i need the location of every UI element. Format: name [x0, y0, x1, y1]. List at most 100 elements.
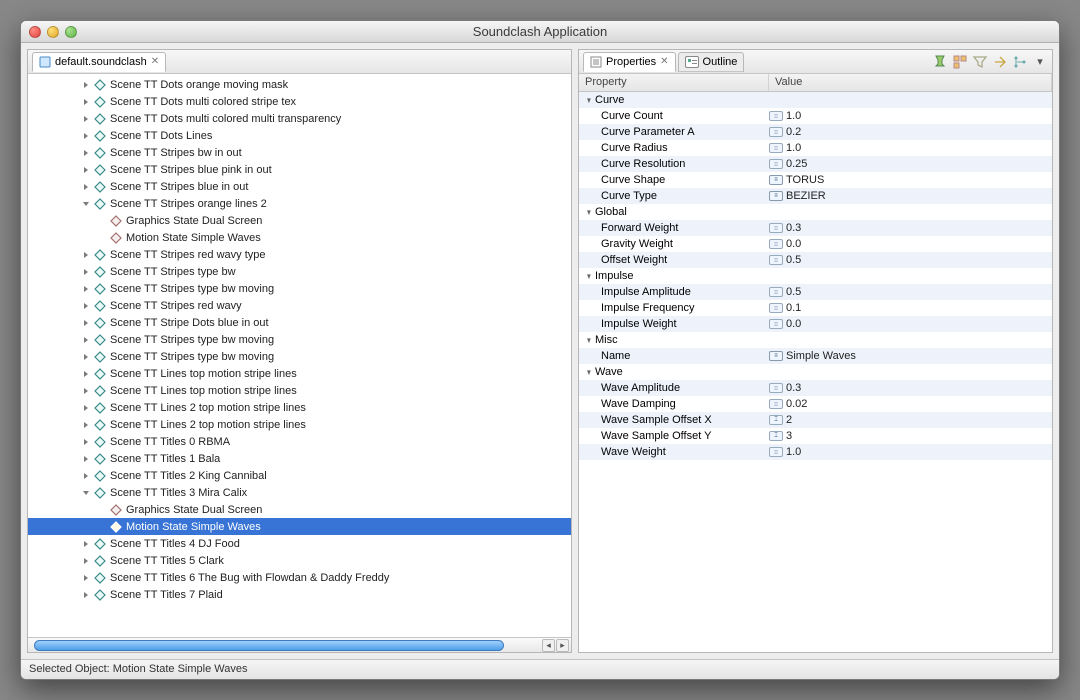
- property-value[interactable]: 0.3: [786, 382, 801, 394]
- tree-row[interactable]: Scene TT Dots orange moving mask: [28, 76, 571, 93]
- tree-row[interactable]: Scene TT Titles 6 The Bug with Flowdan &…: [28, 569, 571, 586]
- editor-tab-default[interactable]: default.soundclash ✕: [32, 52, 166, 72]
- tree-row[interactable]: Scene TT Titles 7 Plaid: [28, 586, 571, 603]
- tree-row[interactable]: Scene TT Lines top motion stripe lines: [28, 382, 571, 399]
- property-row[interactable]: Wave Amplitude⁝⁝0.3: [579, 380, 1052, 396]
- expand-arrow-icon[interactable]: [80, 317, 92, 329]
- tree-hscroll-thumb[interactable]: [34, 640, 504, 651]
- expand-arrow-icon[interactable]: [80, 402, 92, 414]
- expand-arrow-icon[interactable]: [80, 368, 92, 380]
- property-row[interactable]: Curve Type≡BEZIER: [579, 188, 1052, 204]
- expand-arrow-icon[interactable]: [80, 385, 92, 397]
- property-row[interactable]: Wave Sample Offset Y⌶3: [579, 428, 1052, 444]
- tree-row[interactable]: Scene TT Stripes type bw moving: [28, 280, 571, 297]
- property-row[interactable]: Wave Weight⁝⁝1.0: [579, 444, 1052, 460]
- property-value[interactable]: 1.0: [786, 142, 801, 154]
- property-row[interactable]: Gravity Weight⁝⁝0.0: [579, 236, 1052, 252]
- property-value[interactable]: BEZIER: [786, 190, 826, 202]
- tree-row[interactable]: Graphics State Dual Screen: [28, 212, 571, 229]
- expand-arrow-icon[interactable]: [80, 130, 92, 142]
- expand-arrow-icon[interactable]: [80, 555, 92, 567]
- tree-row[interactable]: Scene TT Titles 3 Mira Calix: [28, 484, 571, 501]
- property-row[interactable]: Impulse Amplitude⁝⁝0.5: [579, 284, 1052, 300]
- collapse-arrow-icon[interactable]: [585, 334, 595, 346]
- property-value[interactable]: 0.3: [786, 222, 801, 234]
- expand-arrow-icon[interactable]: [80, 300, 92, 312]
- tab-outline[interactable]: Outline: [678, 52, 745, 72]
- expand-arrow-icon[interactable]: [80, 164, 92, 176]
- tree-mode-icon[interactable]: [1012, 54, 1028, 70]
- tree-row[interactable]: Scene TT Stripes blue in out: [28, 178, 571, 195]
- expand-arrow-icon[interactable]: [80, 181, 92, 193]
- property-row[interactable]: Wave Sample Offset X⌶2: [579, 412, 1052, 428]
- expand-arrow-icon[interactable]: [80, 538, 92, 550]
- property-row[interactable]: Curve Radius⁝⁝1.0: [579, 140, 1052, 156]
- tree-row[interactable]: Scene TT Stripes type bw: [28, 263, 571, 280]
- collapse-arrow-icon[interactable]: [585, 94, 595, 106]
- hscroll-right-icon[interactable]: ▸: [556, 639, 569, 652]
- expand-arrow-icon[interactable]: [80, 79, 92, 91]
- collapse-arrow-icon[interactable]: [585, 366, 595, 378]
- property-value[interactable]: 0.5: [786, 254, 801, 266]
- expand-arrow-icon[interactable]: [80, 283, 92, 295]
- expand-arrow-icon[interactable]: [80, 147, 92, 159]
- titlebar[interactable]: Soundclash Application: [21, 21, 1059, 43]
- expand-arrow-icon[interactable]: [80, 266, 92, 278]
- property-value[interactable]: 0.02: [786, 398, 807, 410]
- expand-arrow-icon[interactable]: [80, 334, 92, 346]
- tree-row[interactable]: Scene TT Stripes red wavy type: [28, 246, 571, 263]
- close-button[interactable]: [29, 26, 41, 38]
- tree-row[interactable]: Scene TT Stripes orange lines 2: [28, 195, 571, 212]
- collapse-arrow-icon[interactable]: [585, 270, 595, 282]
- expand-arrow-icon[interactable]: [80, 113, 92, 125]
- property-row[interactable]: Forward Weight⁝⁝0.3: [579, 220, 1052, 236]
- pin-icon[interactable]: [932, 54, 948, 70]
- expand-arrow-icon[interactable]: [80, 249, 92, 261]
- property-value[interactable]: 1.0: [786, 446, 801, 458]
- property-row[interactable]: Curve Count⁝⁝1.0: [579, 108, 1052, 124]
- property-value[interactable]: 0.1: [786, 302, 801, 314]
- expand-arrow-icon[interactable]: [80, 487, 92, 499]
- property-value[interactable]: 0.2: [786, 126, 801, 138]
- tree-row[interactable]: Scene TT Stripes type bw moving: [28, 331, 571, 348]
- expand-arrow-icon[interactable]: [80, 96, 92, 108]
- header-property[interactable]: Property: [579, 74, 769, 91]
- property-row[interactable]: Curve Shape≡TORUS: [579, 172, 1052, 188]
- tree-row[interactable]: Motion State Simple Waves: [28, 229, 571, 246]
- header-value[interactable]: Value: [769, 74, 1052, 91]
- properties-table[interactable]: CurveCurve Count⁝⁝1.0Curve Parameter A⁝⁝…: [579, 92, 1052, 652]
- expand-arrow-icon[interactable]: [80, 351, 92, 363]
- view-menu-icon[interactable]: ▾: [1032, 54, 1048, 70]
- collapse-arrow-icon[interactable]: [585, 206, 595, 218]
- defaults-icon[interactable]: [992, 54, 1008, 70]
- tree-row[interactable]: Scene TT Titles 5 Clark: [28, 552, 571, 569]
- expand-arrow-icon[interactable]: [80, 572, 92, 584]
- tree-row[interactable]: Scene TT Titles 4 DJ Food: [28, 535, 571, 552]
- filter-icon[interactable]: [972, 54, 988, 70]
- property-row[interactable]: Impulse Weight⁝⁝0.0: [579, 316, 1052, 332]
- expand-arrow-icon[interactable]: [80, 470, 92, 482]
- tree-row[interactable]: Scene TT Lines 2 top motion stripe lines: [28, 399, 571, 416]
- close-tab-icon[interactable]: ✕: [151, 56, 159, 67]
- property-value[interactable]: 2: [786, 414, 792, 426]
- expand-arrow-icon[interactable]: [80, 453, 92, 465]
- expand-arrow-icon[interactable]: [80, 436, 92, 448]
- property-group[interactable]: Curve: [579, 92, 1052, 108]
- tree-row[interactable]: Graphics State Dual Screen: [28, 501, 571, 518]
- tree-row[interactable]: Scene TT Stripes bw in out: [28, 144, 571, 161]
- tree-row[interactable]: Scene TT Stripes type bw moving: [28, 348, 571, 365]
- tree-row[interactable]: Scene TT Stripes blue pink in out: [28, 161, 571, 178]
- tab-properties[interactable]: Properties ✕: [583, 52, 676, 72]
- tree-row[interactable]: Scene TT Dots Lines: [28, 127, 571, 144]
- property-value[interactable]: 3: [786, 430, 792, 442]
- property-row[interactable]: Impulse Frequency⁝⁝0.1: [579, 300, 1052, 316]
- minimize-button[interactable]: [47, 26, 59, 38]
- property-group[interactable]: Global: [579, 204, 1052, 220]
- property-value[interactable]: 0.0: [786, 238, 801, 250]
- tree-hscrollbar[interactable]: ◂ ▸: [28, 637, 571, 652]
- property-group[interactable]: Wave: [579, 364, 1052, 380]
- tree-row[interactable]: Scene TT Dots multi colored multi transp…: [28, 110, 571, 127]
- tree-row[interactable]: Scene TT Titles 0 RBMA: [28, 433, 571, 450]
- property-row[interactable]: Name≡Simple Waves: [579, 348, 1052, 364]
- tree-row[interactable]: Scene TT Titles 2 King Cannibal: [28, 467, 571, 484]
